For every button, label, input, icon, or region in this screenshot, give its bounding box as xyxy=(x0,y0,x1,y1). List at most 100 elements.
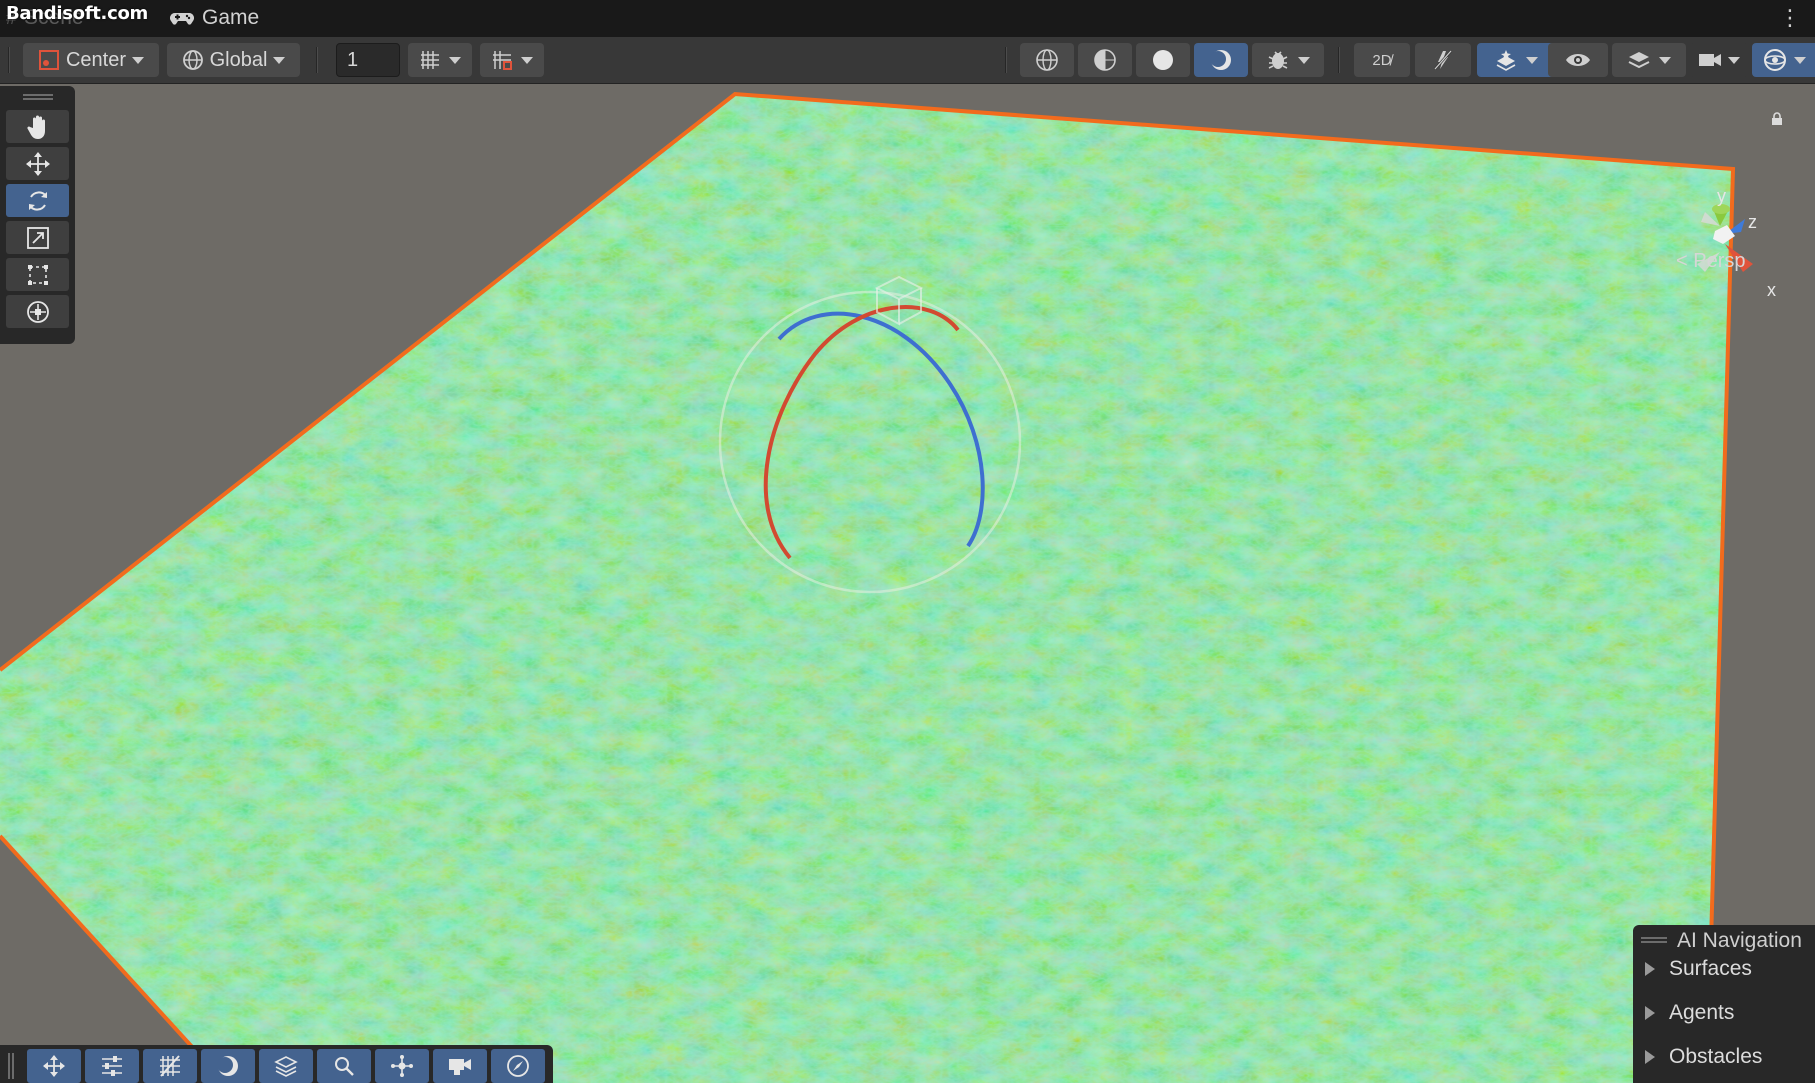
increment-snap-button[interactable] xyxy=(480,43,544,77)
toolbar-separator xyxy=(1338,47,1340,73)
2d-toggle-button[interactable]: 2D̸ xyxy=(1354,43,1410,77)
scene-orientation-gizmo[interactable]: y z x xyxy=(1665,184,1795,314)
terrain-plane[interactable] xyxy=(0,84,1815,1083)
globe-icon xyxy=(182,49,204,71)
debug-draw-dropdown[interactable] xyxy=(1252,43,1324,77)
wireframe-shading-button[interactable] xyxy=(1020,43,1074,77)
shaded-wireframe-button[interactable] xyxy=(1078,43,1132,77)
bottom-move-button[interactable] xyxy=(27,1049,81,1083)
shaded-icon xyxy=(1151,48,1175,72)
chevron-down-icon xyxy=(1526,56,1538,64)
rect-tool[interactable] xyxy=(6,258,69,291)
chevron-down-icon xyxy=(132,56,145,64)
debug-draw-icon xyxy=(1266,48,1290,72)
gizmo-axis-x: x xyxy=(1767,280,1776,300)
bottom-sliders-button[interactable] xyxy=(85,1049,139,1083)
lock-icon[interactable] xyxy=(1771,112,1783,125)
transform-tool[interactable] xyxy=(6,295,69,328)
camera-dropdown[interactable] xyxy=(1690,43,1748,77)
rotate-tool[interactable] xyxy=(6,184,69,217)
expand-arrow-icon xyxy=(1645,962,1655,976)
gizmos-icon xyxy=(1762,47,1788,73)
scale-tool[interactable] xyxy=(6,221,69,254)
search-icon xyxy=(333,1055,355,1077)
pivot-mode-label: Center xyxy=(65,48,127,71)
tool-palette xyxy=(0,86,75,344)
sliders-icon xyxy=(100,1055,124,1077)
bottom-half-moon-button[interactable] xyxy=(201,1049,255,1083)
increment-snap-icon xyxy=(491,49,513,71)
render-mode-button[interactable] xyxy=(1194,43,1248,77)
move-icon xyxy=(25,151,51,177)
palette-drag-handle[interactable] xyxy=(22,94,53,100)
toolbar-separator xyxy=(1005,47,1007,73)
layers-dropdown[interactable] xyxy=(1612,43,1686,77)
gizmos-dropdown[interactable] xyxy=(1752,43,1815,77)
scene-toolbar: Center Global 2D̸ xyxy=(0,37,1815,84)
move-icon xyxy=(42,1054,66,1078)
bottom-grid-button[interactable] xyxy=(143,1049,197,1083)
compass-icon xyxy=(506,1054,530,1078)
shaded-button[interactable] xyxy=(1136,43,1190,77)
projection-toggle[interactable]: < Persp xyxy=(1676,250,1745,273)
chevron-down-icon xyxy=(273,56,286,64)
bottom-search-button[interactable] xyxy=(317,1049,371,1083)
scale-icon xyxy=(26,226,50,250)
ai-nav-item-obstacles[interactable]: Obstacles xyxy=(1645,1045,1762,1069)
visibility-button[interactable] xyxy=(1548,43,1608,77)
toolbar-drag-handle[interactable] xyxy=(8,1053,14,1079)
bottom-pivot-button[interactable] xyxy=(375,1049,429,1083)
half-moon-icon xyxy=(216,1054,240,1078)
hand-icon xyxy=(26,114,50,140)
bottom-overlay-toolbar xyxy=(0,1045,553,1083)
toolbar-separator xyxy=(8,47,10,73)
bottom-compass-button[interactable] xyxy=(491,1049,545,1083)
more-options-icon[interactable]: ⋮ xyxy=(1779,7,1801,29)
pivot-mode-dropdown[interactable]: Center xyxy=(23,43,159,77)
bottom-layers-button[interactable] xyxy=(259,1049,313,1083)
shaded-wireframe-icon xyxy=(1093,48,1117,72)
tab-bar: # Scene Bandisoft.com Game ⋮ xyxy=(0,0,1815,37)
toolbar-separator xyxy=(316,47,318,73)
pivot-rotation-dropdown[interactable]: Global xyxy=(167,43,300,77)
pivot-icon xyxy=(390,1054,414,1078)
layers-icon xyxy=(274,1054,298,1078)
snap-increment-input[interactable]: 1 xyxy=(336,43,400,77)
chevron-down-icon xyxy=(1793,56,1806,64)
lighting-toggle-button[interactable] xyxy=(1415,43,1471,77)
visibility-icon xyxy=(1565,51,1591,69)
move-tool[interactable] xyxy=(6,147,69,180)
chevron-down-icon xyxy=(1298,56,1310,64)
grid-snap-icon xyxy=(419,49,441,71)
wireframe-shading-icon xyxy=(1035,48,1059,72)
ai-navigation-overlay: AI Navigation Surfaces Agents Obstacles xyxy=(1633,925,1815,1083)
layers-icon xyxy=(1627,49,1651,71)
ai-nav-item-label: Surfaces xyxy=(1669,957,1752,980)
chevron-down-icon xyxy=(449,56,461,64)
grid-snap-button[interactable] xyxy=(408,43,472,77)
rotate-icon xyxy=(25,188,51,214)
projection-label: < Persp xyxy=(1676,250,1746,272)
watermark: Bandisoft.com xyxy=(6,3,148,24)
bottom-camera-button[interactable] xyxy=(433,1049,487,1083)
camera-icon xyxy=(448,1055,472,1077)
scene-viewport[interactable]: y z x < Persp xyxy=(0,84,1815,1083)
ai-nav-item-label: Agents xyxy=(1669,1001,1735,1024)
expand-arrow-icon xyxy=(1645,1006,1655,1020)
effects-dropdown[interactable] xyxy=(1477,43,1555,77)
chevron-down-icon xyxy=(1728,56,1740,64)
tab-game[interactable]: Game xyxy=(170,6,259,30)
view-tool[interactable] xyxy=(6,110,69,143)
gizmo-axis-z: z xyxy=(1748,212,1757,232)
chevron-down-icon xyxy=(1659,56,1671,64)
expand-arrow-icon xyxy=(1645,1050,1655,1064)
pivot-rotation-label: Global xyxy=(209,48,268,71)
effects-icon xyxy=(1494,48,1518,72)
transform-icon xyxy=(25,299,51,325)
pivot-center-icon xyxy=(38,49,60,71)
ai-nav-item-label: Obstacles xyxy=(1669,1045,1763,1068)
overlay-drag-handle[interactable] xyxy=(1641,937,1667,943)
camera-icon xyxy=(1698,51,1722,69)
ai-nav-item-agents[interactable]: Agents xyxy=(1645,1001,1734,1025)
ai-nav-item-surfaces[interactable]: Surfaces xyxy=(1645,957,1752,981)
